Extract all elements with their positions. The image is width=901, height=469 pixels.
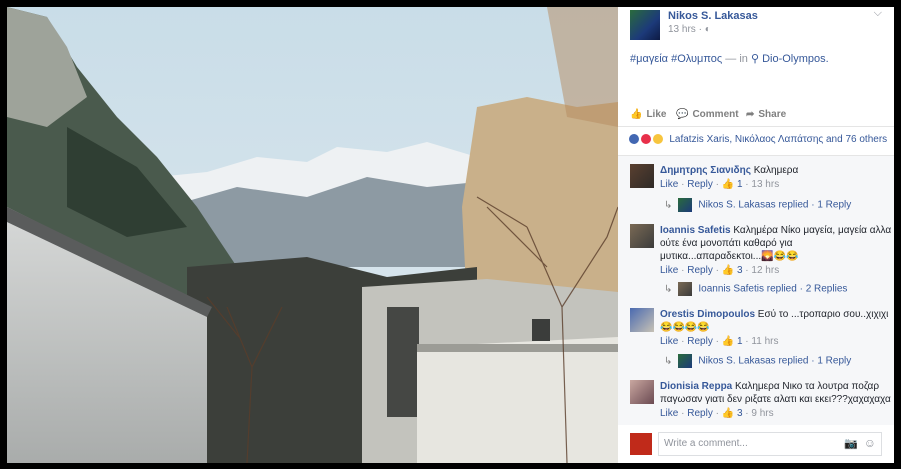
share-arrow-icon: ➦ bbox=[746, 109, 755, 120]
comment-time[interactable]: 12 hrs bbox=[751, 265, 779, 276]
comment-author[interactable]: Dionisia Reppa bbox=[660, 381, 732, 392]
comment-author[interactable]: Ioannis Safetis bbox=[660, 225, 731, 236]
love-reaction-icon bbox=[639, 133, 652, 145]
post-time[interactable]: 13 hrs · ◐ bbox=[668, 24, 711, 35]
reactions-summary[interactable]: Lafatzis Xaris, Νικόλαος Λαπάτσης and 76… bbox=[628, 133, 888, 145]
post-photo[interactable] bbox=[7, 7, 618, 463]
comment-reply-link[interactable]: Reply bbox=[687, 179, 713, 190]
post-actions: 👍 Like 💬 Comment ➦ Share bbox=[618, 105, 894, 127]
avatar[interactable] bbox=[630, 164, 654, 188]
comment-time[interactable]: 11 hrs bbox=[751, 336, 778, 347]
thumbs-up-icon: 👍 bbox=[630, 109, 643, 120]
reactions-text: Lafatzis Xaris, Νικόλαος Λαπάτσης and 76… bbox=[669, 133, 888, 145]
comment-time[interactable]: 9 hrs bbox=[751, 408, 773, 419]
comment-like-link[interactable]: Like bbox=[660, 179, 678, 190]
my-avatar bbox=[630, 433, 652, 455]
comment-composer: Write a comment... 📷 ☺ bbox=[630, 432, 882, 456]
comment-button[interactable]: 💬 Comment bbox=[676, 109, 739, 120]
chevron-down-icon[interactable]: ⌵ bbox=[874, 7, 882, 20]
globe-icon: ◐ bbox=[704, 24, 711, 35]
comments-list: Δημητρης Σιανιδης Καλημερα Like · Reply … bbox=[618, 155, 894, 425]
camera-icon[interactable]: 📷 bbox=[844, 437, 858, 450]
comment-like-link[interactable]: Like bbox=[660, 336, 678, 347]
post-sidebar: Nikos S. Lakasas 13 hrs · ◐ ⌵ #μαγεία #Ο… bbox=[618, 7, 894, 463]
mini-avatar bbox=[678, 354, 693, 368]
replies-summary[interactable]: ↳ Ioannis Safetis replied · 2 Replies bbox=[664, 282, 847, 296]
author-avatar[interactable] bbox=[630, 10, 660, 40]
author-name[interactable]: Nikos S. Lakasas bbox=[668, 10, 758, 22]
comment-author[interactable]: Orestis Dimopoulos bbox=[660, 309, 755, 320]
comment-like-link[interactable]: Like bbox=[660, 265, 678, 276]
location-link[interactable]: ⚲ Dio-Olympos. bbox=[751, 53, 829, 65]
post-in-text: — in bbox=[725, 53, 748, 65]
reply-arrow-icon: ↳ bbox=[664, 283, 673, 295]
comment-time[interactable]: 13 hrs bbox=[751, 179, 779, 190]
map-pin-icon: ⚲ bbox=[750, 53, 760, 65]
speech-bubble-icon: 💬 bbox=[676, 109, 689, 120]
mini-avatar bbox=[678, 282, 693, 296]
like-count-icon: 👍 bbox=[721, 408, 735, 419]
replies-summary[interactable]: ↳ Nikos S. Lakasas replied · 1 Reply bbox=[664, 198, 851, 212]
comment-author[interactable]: Δημητρης Σιανιδης bbox=[660, 165, 751, 176]
comment-text: Καλημερα bbox=[753, 165, 799, 176]
avatar[interactable] bbox=[630, 380, 654, 404]
like-button[interactable]: 👍 Like bbox=[630, 109, 666, 120]
comment-like-link[interactable]: Like bbox=[660, 408, 678, 419]
like-count-icon: 👍 bbox=[721, 179, 735, 190]
replies-summary[interactable]: ↳ Nikos S. Lakasas replied · 1 Reply bbox=[664, 354, 851, 368]
emoji-icon[interactable]: ☺ bbox=[864, 436, 876, 450]
wow-reaction-icon bbox=[651, 133, 664, 145]
post-header: Nikos S. Lakasas 13 hrs · ◐ ⌵ bbox=[618, 7, 894, 47]
like-count-icon: 👍 bbox=[721, 265, 735, 276]
viewer-frame: Nikos S. Lakasas 13 hrs · ◐ ⌵ #μαγεία #Ο… bbox=[0, 0, 901, 469]
share-button[interactable]: ➦ Share bbox=[746, 109, 786, 120]
like-reaction-icon bbox=[628, 133, 640, 145]
comment-reply-link[interactable]: Reply bbox=[687, 265, 713, 276]
avatar[interactable] bbox=[630, 308, 654, 332]
comment-reply-link[interactable]: Reply bbox=[687, 408, 713, 419]
post-hashtags[interactable]: #μαγεία #Ολυμπος bbox=[630, 53, 722, 65]
reply-arrow-icon: ↳ bbox=[664, 199, 673, 211]
comment-reply-link[interactable]: Reply bbox=[687, 336, 713, 347]
avatar[interactable] bbox=[630, 224, 654, 248]
post-text: #μαγεία #Ολυμπος — in ⚲ Dio-Olympos. bbox=[630, 52, 829, 65]
mini-avatar bbox=[678, 198, 693, 212]
reply-arrow-icon: ↳ bbox=[664, 355, 673, 367]
like-count-icon: 👍 bbox=[721, 336, 735, 347]
